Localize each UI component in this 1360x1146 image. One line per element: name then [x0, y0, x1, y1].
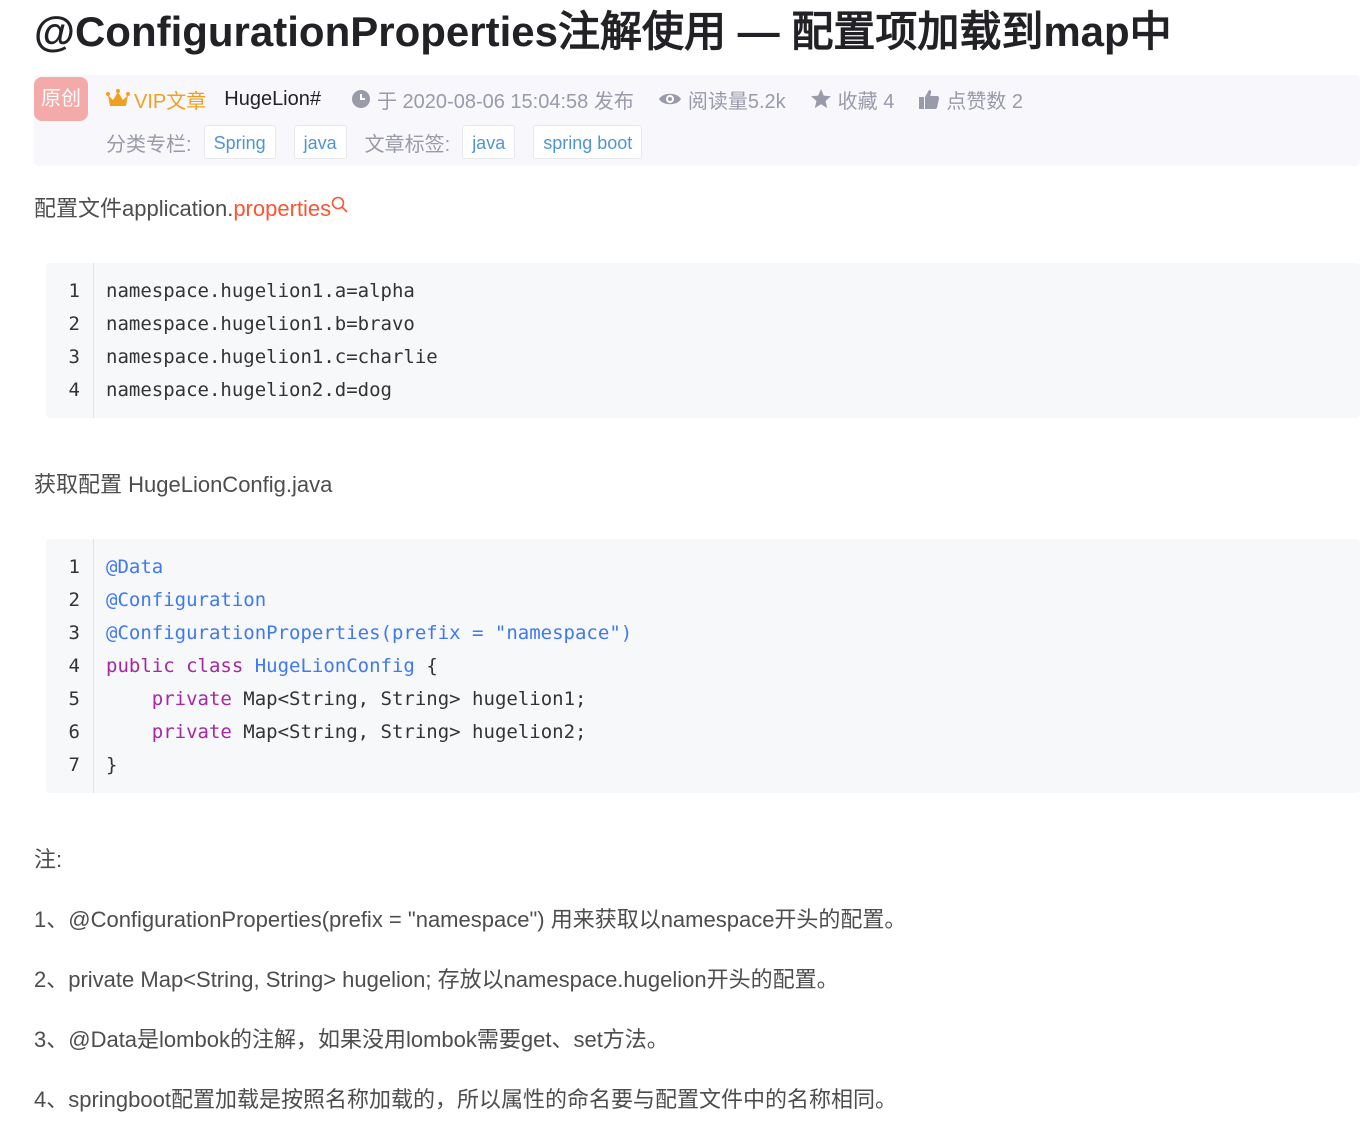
eye-icon	[658, 93, 681, 105]
article-tag[interactable]: java	[462, 125, 516, 159]
publish-time-text: 于 2020-08-06 15:04:58 发布	[377, 90, 634, 113]
code-line: private Map<String, String> hugelion2;	[106, 716, 587, 749]
meta-tags-row: 分类专栏: Spring java 文章标签: java spring boot	[106, 124, 660, 160]
code-line: namespace.hugelion1.a=alpha	[106, 280, 415, 302]
code-block-java: 1 2 3 4 5 6 7 @Data @Configuration @Conf…	[46, 539, 1360, 793]
line-number: 7	[68, 754, 80, 776]
line-number-gutter: 1 2 3 4	[46, 263, 94, 418]
line-number: 6	[68, 721, 80, 743]
like-count-text: 点赞数 2	[946, 90, 1024, 113]
original-badge: 原创	[34, 77, 88, 121]
note-item: 2、private Map<String, String> hugelion; …	[34, 967, 839, 992]
code-block-properties: 1 2 3 4 namespace.hugelion1.a=alpha name…	[46, 263, 1360, 418]
read-count: 阅读量5.2k	[658, 85, 786, 114]
properties-link[interactable]: properties	[233, 196, 331, 221]
notes-heading: 注:	[34, 847, 63, 872]
category-tag[interactable]: Spring	[203, 125, 276, 159]
category-tag[interactable]: java	[293, 125, 347, 159]
author-link[interactable]: HugeLion#	[224, 88, 321, 111]
paragraph-config-file: 配置文件application.properties	[34, 194, 349, 224]
article-meta-box: 原创 VIP文章 HugeLion# 于 2020-08-06 15:04:58…	[34, 75, 1360, 166]
code-line: }	[106, 754, 118, 776]
line-number: 5	[68, 688, 80, 710]
paragraph-text: 配置文件application.	[34, 196, 234, 221]
thumbs-up-icon	[919, 90, 940, 109]
code-line: namespace.hugelion2.d=dog	[106, 379, 392, 401]
line-number: 2	[68, 589, 80, 611]
vip-label[interactable]: VIP文章	[106, 85, 206, 114]
article-tag[interactable]: spring boot	[533, 125, 643, 159]
line-number: 4	[68, 655, 80, 677]
code-line: public class HugeLionConfig {	[106, 650, 438, 683]
publish-time: 于 2020-08-06 15:04:58 发布	[351, 85, 634, 114]
vip-text: VIP文章	[134, 90, 207, 113]
code-text: Map<String, String> hugelion2;	[231, 721, 587, 743]
line-number: 3	[68, 346, 80, 368]
star-icon	[810, 89, 831, 108]
line-number-gutter: 1 2 3 4 5 6 7	[46, 539, 94, 793]
line-number: 1	[68, 280, 80, 302]
tag-label: 文章标签:	[364, 133, 451, 156]
meta-info-row: VIP文章 HugeLion# 于 2020-08-06 15:04:58 发布…	[106, 84, 1023, 114]
code-text: Map<String, String> hugelion1;	[231, 688, 587, 710]
article-title: @ConfigurationProperties注解使用 — 配置项加载到map…	[34, 8, 1172, 55]
note-item: 1、@ConfigurationProperties(prefix = "nam…	[34, 907, 907, 932]
line-number: 2	[68, 313, 80, 335]
paragraph-get-config: 获取配置 HugeLionConfig.java	[34, 472, 333, 497]
code-line: private Map<String, String> hugelion1;	[106, 683, 587, 716]
line-number: 3	[68, 622, 80, 644]
category-label: 分类专栏:	[106, 133, 192, 156]
code-line: @Data	[106, 556, 164, 578]
search-icon[interactable]	[331, 196, 349, 214]
note-item: 4、springboot配置加载是按照名称加载的，所以属性的命名要与配置文件中的…	[34, 1087, 897, 1112]
code-keyword: private	[151, 721, 232, 743]
code-line: @Configuration	[106, 589, 267, 611]
line-number: 1	[68, 556, 80, 578]
code-line: namespace.hugelion1.c=charlie	[106, 346, 438, 368]
like-count[interactable]: 点赞数 2	[918, 85, 1023, 114]
code-text: {	[414, 655, 438, 677]
crown-icon	[106, 89, 130, 106]
code-line: @ConfigurationProperties(prefix = "names…	[106, 622, 633, 644]
favorite-count[interactable]: 收藏 4	[810, 85, 895, 114]
note-item: 3、@Data是lombok的注解，如果没用lombok需要get、set方法。	[34, 1027, 669, 1052]
clock-icon	[352, 90, 370, 108]
code-keyword: private	[151, 688, 232, 710]
code-keyword: public class	[106, 655, 255, 677]
line-number: 4	[68, 379, 80, 401]
code-class-name: HugeLionConfig	[254, 655, 415, 677]
code-line: namespace.hugelion1.b=bravo	[106, 313, 415, 335]
read-count-text: 阅读量5.2k	[687, 90, 786, 113]
favorite-count-text: 收藏 4	[837, 90, 895, 113]
